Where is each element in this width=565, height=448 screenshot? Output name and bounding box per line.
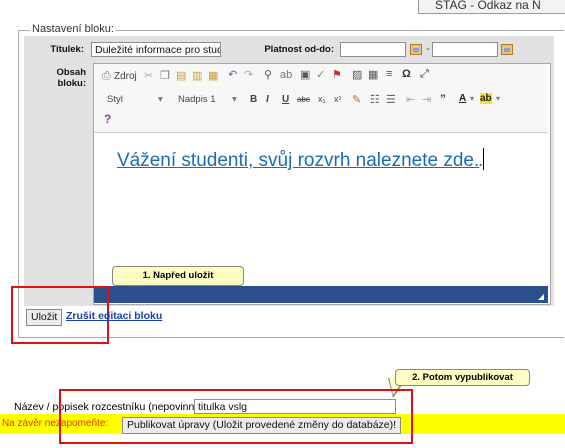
replace-icon[interactable]: ab	[280, 69, 292, 81]
anchor-flag-icon[interactable]: ⚑	[332, 68, 342, 81]
style-dropdown[interactable]: Styl	[107, 94, 123, 105]
subscript-icon[interactable]: x₁	[318, 94, 326, 104]
spellcheck-icon[interactable]: ✓	[316, 68, 325, 81]
validity-label: Platnost od-do:	[264, 44, 334, 55]
select-all-icon[interactable]: ▣	[300, 68, 310, 81]
maximize-icon[interactable]: ⤢	[420, 68, 429, 81]
valid-from-input[interactable]	[340, 42, 406, 57]
save-button[interactable]: Uložit	[26, 309, 63, 326]
paste-icon[interactable]: ▤	[176, 69, 186, 82]
format-dropdown-arrow-icon[interactable]: ▾	[232, 94, 237, 105]
help-icon[interactable]: ?	[104, 112, 111, 126]
validity-separator: -	[426, 43, 430, 55]
italic-icon[interactable]: I	[266, 94, 269, 105]
callout-publish-then: 2. Potom vypublikovat	[395, 369, 530, 386]
cut-icon[interactable]: ✂	[144, 69, 153, 82]
remove-format-icon[interactable]: ✎	[352, 93, 361, 106]
bullet-list-icon[interactable]: ☰	[386, 93, 396, 106]
horizontal-rule-icon[interactable]: ≡	[386, 68, 392, 80]
strikethrough-icon[interactable]: abc	[297, 95, 310, 104]
background-color-icon[interactable]: ab	[480, 93, 492, 104]
fieldset-legend: Nastavení bloku:	[30, 23, 116, 35]
calendar-from-icon[interactable]	[410, 44, 422, 55]
paste-text-icon[interactable]: ▥	[192, 69, 202, 82]
table-icon[interactable]: ▦	[368, 68, 378, 81]
blockquote-icon[interactable]: ”	[440, 92, 446, 106]
source-icon[interactable]: ⎙	[102, 70, 111, 83]
paste-word-icon[interactable]: ▦	[208, 69, 218, 82]
image-icon[interactable]: ▨	[352, 68, 362, 81]
find-icon[interactable]: ⚲	[264, 68, 272, 81]
indent-icon[interactable]: ⇥	[422, 93, 431, 106]
title-input[interactable]: Duležité informace pro stud	[91, 42, 221, 57]
undo-icon[interactable]: ↶	[228, 68, 237, 81]
superscript-icon[interactable]: x¹	[334, 94, 342, 104]
top-panel-fragment: STAG - Odkaz na N	[418, 0, 565, 14]
title-label: Titulek:	[50, 44, 84, 55]
redo-icon[interactable]: ↷	[244, 68, 253, 81]
editor-toolbar: ⎙ Zdroj ✂ ❐ ▤ ▥ ▦ ↶ ↷ ⚲ ab ▣ ✓ ⚑ ▨ ▦ ≡ Ω…	[94, 64, 548, 133]
format-dropdown[interactable]: Nadpis 1	[178, 94, 216, 105]
style-dropdown-arrow-icon[interactable]: ▾	[158, 94, 163, 105]
outdent-icon[interactable]: ⇤	[406, 93, 415, 106]
copy-icon[interactable]: ❐	[160, 69, 170, 82]
special-char-icon[interactable]: Ω	[402, 68, 411, 80]
text-color-arrow-icon[interactable]: ▾	[470, 94, 474, 103]
text-color-icon[interactable]: A	[459, 93, 466, 104]
background-color-arrow-icon[interactable]: ▾	[496, 94, 500, 103]
content-label: Obsah bloku:	[56, 67, 86, 89]
text-caret	[483, 148, 484, 170]
highlight-publish-box	[59, 389, 413, 444]
cancel-edit-link[interactable]: Zrušit editaci bloku	[66, 310, 162, 322]
calendar-to-icon[interactable]	[501, 44, 513, 55]
editor-content[interactable]: Vážení studenti, svůj rozvrh naleznete z…	[117, 150, 479, 172]
source-button[interactable]: Zdroj	[114, 71, 137, 82]
resize-handle-icon[interactable]	[538, 294, 544, 300]
callout-save-first: 1. Napřed uložit	[112, 266, 244, 286]
editor-statusbar	[94, 286, 548, 303]
bold-icon[interactable]: B	[250, 94, 257, 105]
top-fragment-text: STAG - Odkaz na N	[435, 0, 541, 12]
valid-to-input[interactable]	[432, 42, 498, 57]
numbered-list-icon[interactable]: ☷	[370, 93, 380, 106]
underline-icon[interactable]: U	[282, 94, 289, 105]
